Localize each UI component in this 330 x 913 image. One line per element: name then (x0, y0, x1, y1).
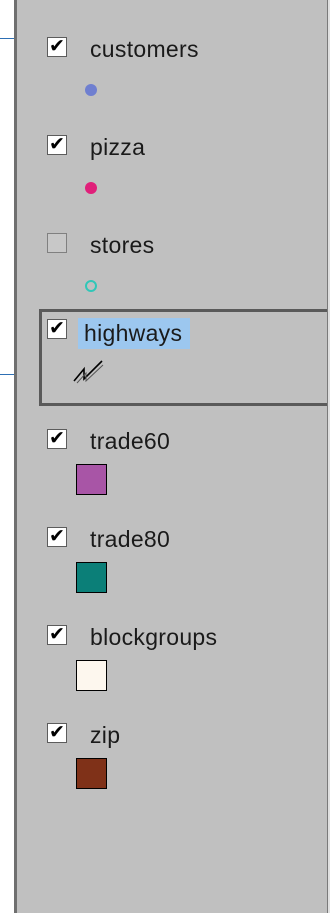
layer-name-zip: zip (90, 722, 121, 748)
layer-name-customers: customers (90, 36, 199, 62)
layer-checkbox-stores[interactable] (47, 233, 67, 253)
polygon-swatch-icon (76, 660, 107, 691)
layer-name-stores: stores (90, 232, 155, 258)
polygon-swatch-icon (76, 464, 107, 495)
layer-customers[interactable]: ✔ customers (37, 15, 330, 113)
layer-blockgroups[interactable]: ✔ blockgroups (37, 603, 330, 701)
layer-zip[interactable]: ✔ zip (37, 701, 330, 799)
polygon-swatch-icon (76, 758, 107, 789)
layer-name-pizza: pizza (90, 134, 146, 160)
layer-trade60[interactable]: ✔ trade60 (37, 407, 330, 505)
layer-checkbox-trade60[interactable]: ✔ (47, 429, 67, 449)
layer-checkbox-highways[interactable]: ✔ (47, 319, 67, 339)
point-symbol-icon (85, 182, 97, 194)
polygon-swatch-icon (76, 562, 107, 593)
line-symbol-icon (73, 360, 104, 384)
layer-checkbox-customers[interactable]: ✔ (47, 37, 67, 57)
connector-line-top (0, 38, 14, 39)
layer-pizza[interactable]: ✔ pizza (37, 113, 330, 211)
layer-stores[interactable]: stores (37, 211, 330, 309)
hollow-point-symbol-icon (85, 280, 97, 292)
layer-checkbox-blockgroups[interactable]: ✔ (47, 625, 67, 645)
layer-name-trade60: trade60 (90, 428, 171, 454)
layer-name-trade80: trade80 (90, 526, 171, 552)
layer-checkbox-pizza[interactable]: ✔ (47, 135, 67, 155)
point-symbol-icon (85, 84, 97, 96)
layer-checkbox-trade80[interactable]: ✔ (47, 527, 67, 547)
layer-name-highways: highways (78, 318, 191, 349)
layer-trade80[interactable]: ✔ trade80 (37, 505, 330, 603)
legend-panel: ✔ customers ✔ pizza stores ✔ highways ✔ … (14, 0, 330, 913)
layer-name-blockgroups: blockgroups (90, 624, 218, 650)
connector-line-mid (0, 374, 14, 375)
layer-highways[interactable]: ✔ highways (39, 309, 330, 406)
layer-checkbox-zip[interactable]: ✔ (47, 723, 67, 743)
